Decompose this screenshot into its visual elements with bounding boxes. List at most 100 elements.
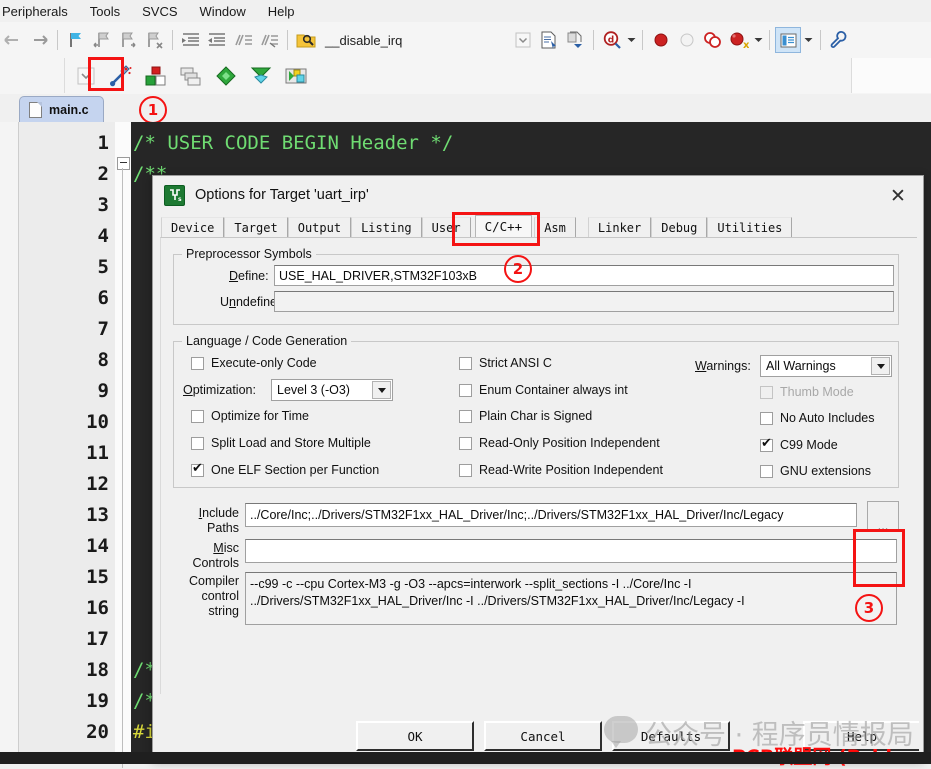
misc-controls-label: Misc Controls [192,541,239,570]
checkbox-box[interactable] [191,356,204,370]
toolbar-separator [593,30,594,50]
fold-collapse-icon[interactable] [117,157,130,170]
editor-fold-margin[interactable] [115,122,131,768]
undefine-label: Unndefine: [220,295,281,309]
dialog-title: Options for Target 'uart_irp' [195,187,369,203]
checkbox-label: Thumb Mode [780,385,854,399]
checkbox-optimize-for-time[interactable]: Optimize for Time [191,409,309,423]
uncomment-icon[interactable] [256,27,282,53]
include-paths-label-l2: Paths [207,521,239,535]
menu-item-svcs[interactable]: SVCS [131,2,188,21]
optimization-label: Optimization: [183,383,256,397]
breakpoint-toggle-icon[interactable] [700,27,726,53]
checkbox-box[interactable] [459,409,472,423]
magnifier-icon[interactable]: d [599,27,625,53]
checkbox-box[interactable] [191,409,204,423]
include-paths-input[interactable] [245,503,857,527]
compiler-control-string-area[interactable]: --c99 -c --cpu Cortex-M3 -g -O3 --apcs=i… [245,572,897,625]
ok-button[interactable]: OK [356,721,474,751]
checkbox-strict-ansi-c[interactable]: Strict ANSI C [459,356,552,370]
optimization-select[interactable]: Level 3 (-O3) [271,379,393,401]
misc-controls-input[interactable] [245,539,897,563]
define-input[interactable] [274,265,894,286]
chevron-down-icon[interactable] [372,381,391,399]
tab-output[interactable]: Output [287,217,352,238]
bookmark-clear-icon[interactable] [141,27,167,53]
checkbox-split-load-and-store-multiple[interactable]: Split Load and Store Multiple [191,436,371,450]
toolbar-separator [642,30,643,50]
code-line: /* USER CODE BEGIN Header */ [133,132,454,154]
warnings-select[interactable]: All Warnings [760,355,892,377]
checkbox-c99-mode[interactable]: C99 Mode [760,436,838,452]
checkbox-plain-char-is-signed[interactable]: Plain Char is Signed [459,409,592,423]
checkbox-box[interactable] [191,436,204,450]
file-tab-main-c[interactable]: main.c [19,96,104,123]
tab-target[interactable]: Target [224,217,288,238]
dropdown-arrow-icon[interactable] [625,27,637,53]
menu-item-window[interactable]: Window [189,2,257,21]
menu-item-tools[interactable]: Tools [79,2,131,21]
tab-linker[interactable]: Linker [587,217,652,238]
undefine-input[interactable] [274,291,894,312]
debug-step-icon[interactable] [562,27,588,53]
checkbox-enum-container-always-int[interactable]: Enum Container always int [459,383,628,397]
tab-debug[interactable]: Debug [651,217,708,238]
line-number: 3 [97,194,109,216]
checkbox-box[interactable] [760,436,773,452]
dropdown-arrow-icon[interactable] [801,27,815,53]
checkbox-label: Strict ANSI C [479,356,552,370]
checkbox-read-write-position-independent[interactable]: Read-Write Position Independent [459,463,663,477]
indent-icon[interactable] [178,27,204,53]
breakpoint-kill-icon[interactable]: x [726,27,752,53]
chevron-down-icon[interactable] [871,357,890,375]
cancel-button[interactable]: Cancel [484,721,602,751]
checkbox-box[interactable] [459,463,472,477]
outdent-icon[interactable] [204,27,230,53]
menu-item-peripherals[interactable]: Peripherals [0,2,79,21]
forward-arrow-icon[interactable] [26,27,52,53]
multi-project-icon[interactable] [283,63,309,89]
bookmark-next-icon[interactable] [115,27,141,53]
checkbox-box[interactable] [760,411,773,425]
checkbox-box[interactable] [459,436,472,450]
batch-build-icon[interactable] [178,63,204,89]
checkbox-execute-only-code[interactable]: Execute-only Code [191,356,317,370]
close-icon[interactable]: ✕ [883,184,913,208]
checkbox-box[interactable] [459,383,472,397]
bookmark-prev-icon[interactable] [89,27,115,53]
menu-bar: Peripherals Tools SVCS Window Help [0,0,931,23]
window-panel-icon[interactable] [775,27,801,53]
bookmark-icon[interactable] [63,27,89,53]
tab-listing[interactable]: Listing [351,217,422,238]
checkbox-one-elf-section-per-function[interactable]: One ELF Section per Function [191,461,379,477]
line-number: 14 [86,535,109,557]
checkbox-box[interactable] [459,356,472,370]
breakpoint-disabled-icon[interactable] [674,27,700,53]
back-arrow-icon[interactable] [0,27,26,53]
pack-installer-icon[interactable] [248,63,274,89]
toolbar-separator [172,30,173,50]
tab-utilities[interactable]: Utilities [707,217,793,238]
tab-device[interactable]: Device [161,217,225,238]
checkbox-read-only-position-independent[interactable]: Read-Only Position Independent [459,436,660,450]
checkbox-box[interactable] [191,461,204,477]
tab-asm[interactable]: Asm [534,217,576,238]
breakpoint-icon[interactable] [648,27,674,53]
menu-item-help[interactable]: Help [257,2,306,21]
manage-components-icon[interactable] [213,63,239,89]
insert-file-icon[interactable] [536,27,562,53]
line-number: 8 [97,349,109,371]
checkbox-gnu-extensions[interactable]: GNU extensions [760,464,871,478]
warnings-value: All Warnings [766,359,836,373]
dropdown-arrow-icon[interactable] [752,27,764,53]
checkbox-box[interactable] [760,464,773,478]
build-target-icon[interactable] [143,63,169,89]
find-in-files-icon[interactable] [293,27,319,53]
compiler-label-l3: string [208,604,239,618]
dropdown-arrow-icon[interactable] [510,27,536,53]
checkbox-no-auto-includes[interactable]: No Auto Includes [760,411,875,425]
comment-icon[interactable] [230,27,256,53]
toolbar-secondary-right-pad [850,58,931,93]
include-paths-browse-button[interactable]: ... [867,501,899,532]
configure-icon[interactable] [826,27,852,53]
